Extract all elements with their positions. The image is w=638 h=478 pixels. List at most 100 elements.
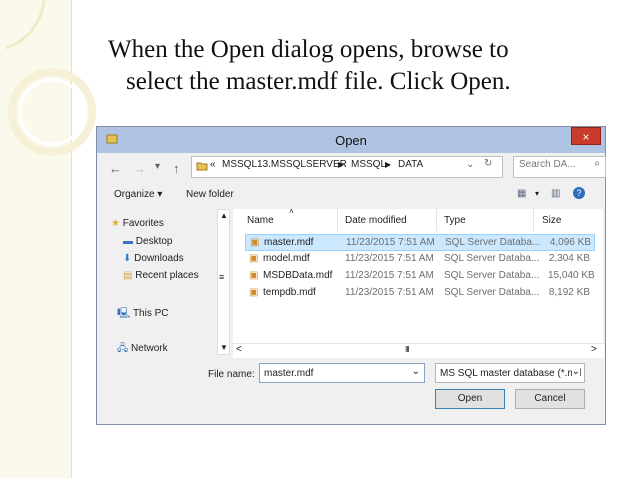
file-name-input[interactable]: master.mdf ⌄ (259, 363, 425, 383)
sidebar-item-label: Downloads (134, 253, 184, 264)
breadcrumb-segment-2[interactable]: MSSQL (351, 159, 386, 170)
scroll-down-icon[interactable]: ▼ (220, 343, 228, 352)
view-dropdown-icon[interactable]: ▾ (535, 189, 539, 198)
caption-line-1: When the Open dialog opens, browse to (108, 36, 509, 63)
file-type: SQL Server Databa... (445, 237, 541, 248)
favorites-label: Favorites (122, 218, 164, 229)
up-folder-icon[interactable]: ↑ (173, 161, 180, 176)
view-options-icon[interactable]: ▦ (517, 188, 526, 199)
breadcrumb-segment-1[interactable]: MSSQL13.MSSQLSERVER (222, 159, 347, 170)
file-date: 11/23/2015 7:51 AM (345, 270, 434, 281)
sidebar-item-desktop[interactable]: ▬ Desktop (123, 236, 172, 247)
address-bar[interactable]: « MSSQL13.MSSQLSERVER ▶ MSSQL ▶ DATA ⌄ ↻ (191, 156, 503, 178)
star-icon: ★ (111, 218, 120, 229)
network-icon: 🖧 (117, 343, 129, 354)
cancel-button[interactable]: Cancel (515, 389, 585, 409)
database-file-icon: ▣ (249, 287, 259, 298)
file-row-model[interactable]: ▣ model.mdf 11/23/2015 7:51 AM SQL Serve… (245, 251, 595, 268)
navigation-pane: ★ Favorites ▬ Desktop ⬇ Downloads ▤ Rece… (111, 209, 230, 355)
sidebar-item-label: Recent places (135, 270, 199, 281)
search-input[interactable]: Search DA... (519, 159, 576, 170)
forward-icon[interactable]: → (133, 161, 146, 176)
file-type: SQL Server Databa... (444, 270, 540, 281)
file-name: tempdb.mdf (263, 287, 316, 298)
column-divider (436, 209, 437, 231)
scroll-right-icon[interactable]: > (591, 344, 597, 355)
preview-pane-icon[interactable]: ▥ (551, 188, 560, 199)
horizontal-scrollbar[interactable]: < III > (233, 343, 604, 358)
slide-caption: When the Open dialog opens, browse to se… (108, 34, 608, 98)
filename-row: File name: master.mdf ⌄ MS SQL master da… (97, 363, 605, 389)
scroll-up-icon[interactable]: ▲ (220, 211, 228, 220)
file-list: Name ˄ Date modified Type Size ▣ master.… (233, 207, 603, 349)
computer-icon: 🖳 (117, 308, 131, 319)
close-icon: × (582, 130, 590, 144)
breadcrumb-separator-icon: ▶ (385, 160, 392, 169)
file-name: MSDBData.mdf (263, 270, 333, 281)
file-size: 15,040 KB (548, 270, 595, 281)
downloads-icon: ⬇ (123, 253, 132, 264)
file-size: 2,304 KB (548, 253, 590, 264)
file-row-master[interactable]: ▣ master.mdf 11/23/2015 7:51 AM SQL Serv… (245, 234, 595, 251)
navigation-bar: ← → ▾ ↑ « MSSQL13.MSSQLSERVER ▶ MSSQL ▶ … (97, 153, 606, 185)
recent-locations-icon[interactable]: ▾ (155, 161, 160, 172)
file-size: 8,192 KB (548, 287, 590, 298)
file-row-msdbdata[interactable]: ▣ MSDBData.mdf 11/23/2015 7:51 AM SQL Se… (245, 268, 595, 285)
database-file-icon: ▣ (249, 270, 259, 281)
file-size: 4,096 KB (549, 237, 591, 248)
favorites-item[interactable]: ★ Favorites (111, 218, 164, 229)
nav-pane-scrollbar[interactable]: ▲ ≡ ▼ (217, 209, 230, 355)
file-list-header: Name ˄ Date modified Type Size (233, 207, 603, 233)
recent-places-icon: ▤ (123, 270, 133, 281)
column-divider (533, 209, 534, 231)
open-dialog: Open × ← → ▾ ↑ « MSSQL13.MSSQLSERVER ▶ M… (96, 126, 606, 425)
toolbar: Organize ▾ New folder ▦ ▾ ▥ ? (97, 185, 605, 207)
file-name-dropdown-icon[interactable]: ⌄ (412, 366, 420, 377)
sidebar-item-label: Network (130, 343, 168, 354)
open-button[interactable]: Open (435, 389, 505, 409)
database-file-icon: ▣ (250, 237, 260, 248)
search-box[interactable]: Search DA... ⌕ (513, 156, 606, 178)
file-date: 11/23/2015 7:51 AM (346, 237, 435, 248)
breadcrumb-separator-icon: ▶ (338, 160, 345, 169)
column-divider (337, 209, 338, 231)
column-name[interactable]: Name (247, 215, 274, 226)
sidebar-item-recent-places[interactable]: ▤ Recent places (123, 270, 199, 281)
open-button-label: Open (457, 393, 483, 404)
column-type[interactable]: Type (444, 215, 466, 226)
sidebar-item-label: Desktop (135, 236, 173, 247)
filter-dropdown-icon[interactable]: ⌄ (571, 366, 580, 377)
breadcrumb-segment-3[interactable]: DATA (398, 159, 423, 170)
column-date-modified[interactable]: Date modified (345, 215, 407, 226)
desktop-icon: ▬ (123, 236, 133, 247)
breadcrumb-overflow[interactable]: « (210, 159, 216, 170)
scroll-grip[interactable]: III (405, 345, 410, 354)
file-row-tempdb[interactable]: ▣ tempdb.mdf 11/23/2015 7:51 AM SQL Serv… (245, 285, 595, 302)
database-file-icon: ▣ (249, 253, 259, 264)
file-name-value: master.mdf (264, 368, 314, 379)
back-icon[interactable]: ← (109, 161, 122, 176)
file-type: SQL Server Databa... (444, 253, 540, 264)
organize-menu[interactable]: Organize ▾ (114, 189, 162, 200)
scroll-grip-icon: ≡ (219, 272, 225, 282)
file-type-filter[interactable]: MS SQL master database (*.md ⌄ (435, 363, 585, 383)
new-folder-button[interactable]: New folder (186, 189, 234, 200)
caption-line-2: select the master.mdf file. Click Open. (126, 68, 511, 95)
file-type: SQL Server Databa... (444, 287, 540, 298)
title-bar[interactable]: Open × (97, 127, 605, 153)
sidebar-item-downloads[interactable]: ⬇ Downloads (123, 253, 184, 264)
search-icon[interactable]: ⌕ (594, 158, 600, 169)
refresh-icon[interactable]: ↻ (484, 158, 492, 169)
filter-value: MS SQL master database (*.md (440, 368, 582, 379)
sidebar-item-this-pc[interactable]: 🖳 This PC (117, 306, 169, 323)
file-date: 11/23/2015 7:51 AM (345, 253, 434, 264)
scroll-left-icon[interactable]: < (236, 344, 242, 355)
sidebar-item-label: This PC (132, 308, 169, 319)
close-button[interactable]: × (571, 127, 601, 145)
address-dropdown-icon[interactable]: ⌄ (466, 159, 474, 170)
file-name-label: File name: (208, 369, 255, 380)
file-name: master.mdf (264, 237, 314, 248)
help-icon[interactable]: ? (573, 187, 585, 199)
sidebar-item-network[interactable]: 🖧 Network (117, 341, 168, 358)
column-size[interactable]: Size (542, 215, 561, 226)
